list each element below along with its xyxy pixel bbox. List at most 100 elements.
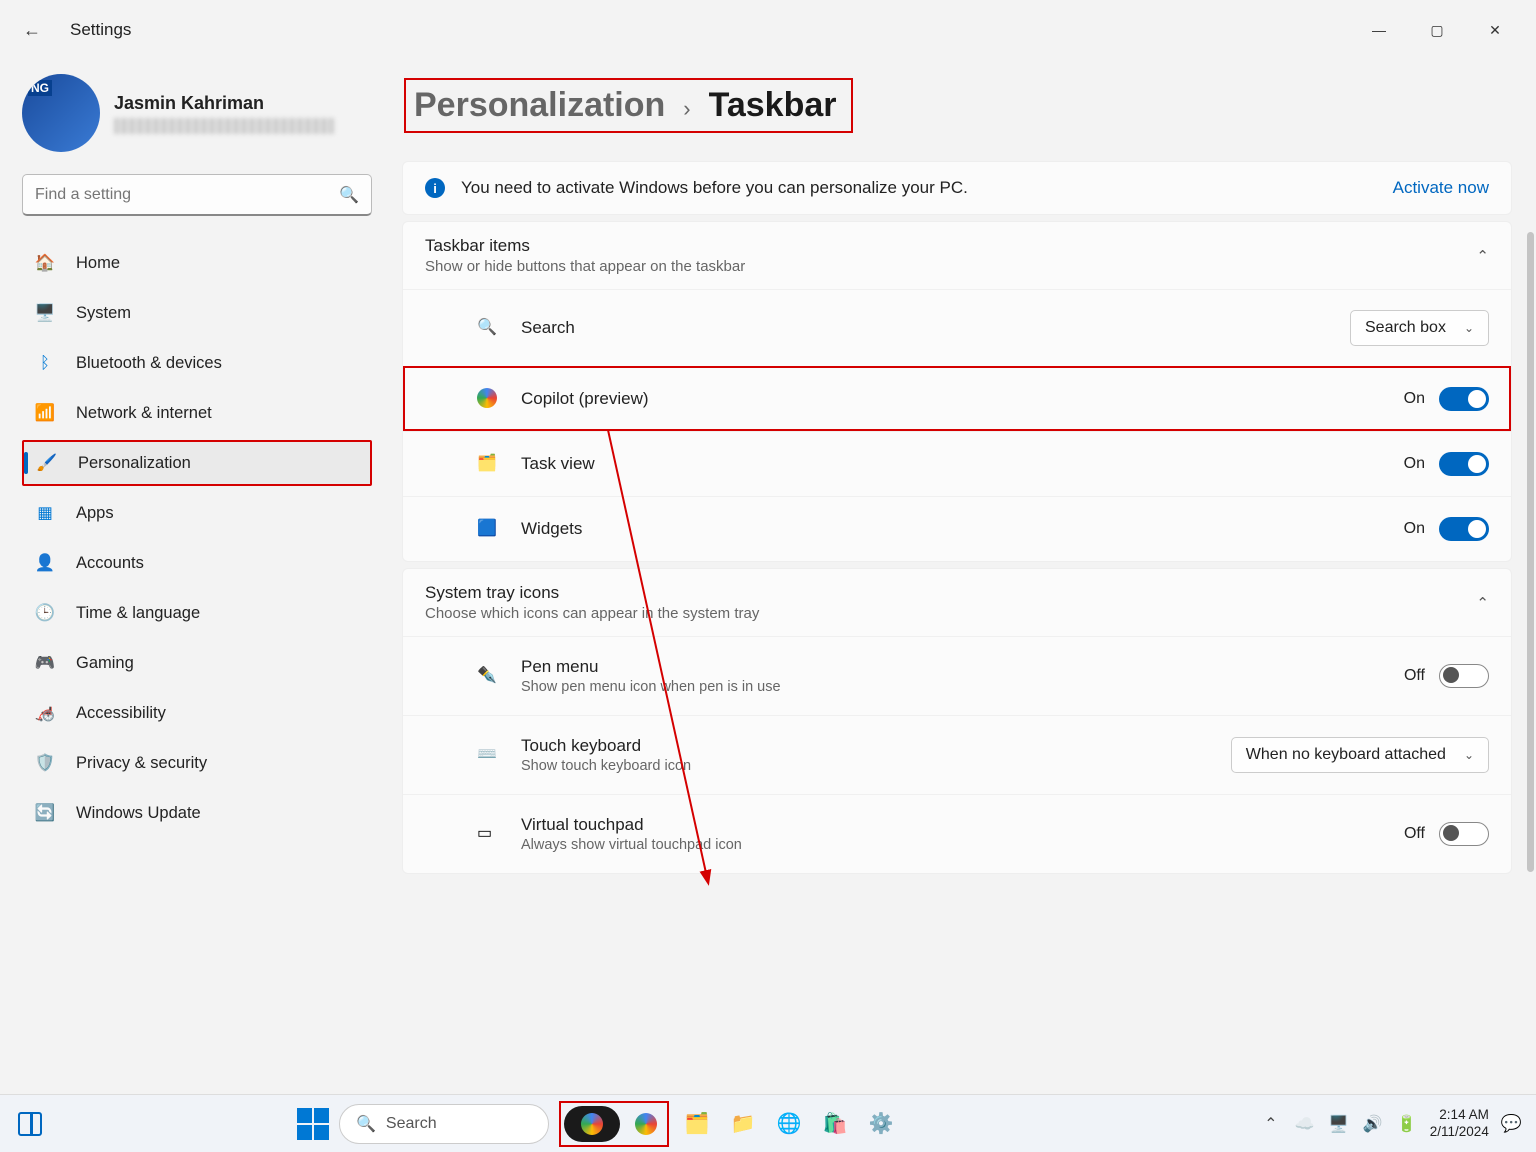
volume-tray-icon[interactable]: 🔊 (1362, 1114, 1384, 1134)
minimize-button[interactable]: — (1350, 10, 1408, 50)
nav-home[interactable]: 🏠Home (22, 240, 372, 286)
row-copilot: Copilot (preview) On (403, 366, 1511, 431)
user-name: Jasmin Kahriman (114, 93, 334, 114)
virtual-touchpad-toggle[interactable] (1439, 822, 1489, 846)
search-mode-dropdown[interactable]: Search box ⌄ (1350, 310, 1489, 346)
update-icon: 🔄 (34, 802, 56, 824)
back-button[interactable]: ← (12, 20, 52, 41)
chevron-up-icon: ⌃ (1476, 247, 1489, 265)
start-button[interactable] (297, 1108, 329, 1140)
content-area: Personalization › Taskbar i You need to … (390, 60, 1536, 1094)
system-icon: 🖥️ (34, 302, 56, 324)
apps-icon: ▦ (34, 502, 56, 524)
wifi-icon: 📶 (34, 402, 56, 424)
copilot-icon (581, 1113, 603, 1135)
touch-keyboard-dropdown[interactable]: When no keyboard attached ⌄ (1231, 737, 1489, 773)
settings-button[interactable]: ⚙️ (863, 1106, 899, 1142)
touchpad-icon: ▭ (477, 823, 499, 845)
nav-privacy[interactable]: 🛡️Privacy & security (22, 740, 372, 786)
onedrive-icon[interactable]: ☁️ (1294, 1114, 1316, 1134)
row-widgets: 🟦 Widgets On (403, 496, 1511, 561)
activate-now-link[interactable]: Activate now (1393, 178, 1489, 198)
accessibility-icon: 🦽 (34, 702, 56, 724)
activation-banner: i You need to activate Windows before yo… (402, 161, 1512, 215)
avatar: NG (22, 74, 100, 152)
taskbar-items-header[interactable]: Taskbar items Show or hide buttons that … (403, 222, 1511, 289)
title-bar: ← Settings — ▢ ✕ (0, 0, 1536, 60)
copilot-taskbar-button[interactable] (564, 1106, 620, 1142)
nav-time-language[interactable]: 🕒Time & language (22, 590, 372, 636)
breadcrumb-parent[interactable]: Personalization (414, 86, 665, 125)
search-icon: 🔍 (477, 317, 499, 339)
taskbar-items-section: Taskbar items Show or hide buttons that … (402, 221, 1512, 562)
row-virtual-touchpad: ▭ Virtual touchpad Always show virtual t… (403, 794, 1511, 873)
network-tray-icon[interactable]: 🖥️ (1328, 1114, 1350, 1134)
scrollbar[interactable] (1527, 232, 1534, 872)
window-title: Settings (70, 20, 131, 40)
settings-search[interactable]: 🔍 (22, 174, 372, 216)
row-touch-keyboard: ⌨️ Touch keyboard Show touch keyboard ic… (403, 715, 1511, 794)
copilot-icon (635, 1113, 657, 1135)
search-icon: 🔍 (356, 1114, 376, 1134)
taskview-taskbar-button[interactable]: 🗂️ (679, 1106, 715, 1142)
close-button[interactable]: ✕ (1466, 10, 1524, 50)
bluetooth-icon: ᛒ (34, 352, 56, 374)
nav-accessibility[interactable]: 🦽Accessibility (22, 690, 372, 736)
activation-message: You need to activate Windows before you … (461, 178, 1377, 198)
sidebar: NG Jasmin Kahriman 🔍 🏠Home 🖥️System ᛒBlu… (0, 60, 390, 1094)
nav-apps[interactable]: ▦Apps (22, 490, 372, 536)
copilot-pre-button[interactable] (628, 1106, 664, 1142)
widgets-taskbar-button[interactable] (18, 1112, 42, 1136)
taskbar-clock[interactable]: 2:14 AM 2/11/2024 (1430, 1107, 1489, 1141)
pen-icon: ✒️ (477, 665, 499, 687)
taskview-icon: 🗂️ (477, 453, 499, 475)
clock-icon: 🕒 (34, 602, 56, 624)
nav-personalization[interactable]: 🖌️Personalization (22, 440, 372, 486)
file-explorer-button[interactable]: 📁 (725, 1106, 761, 1142)
windows-taskbar: 🔍 Search 🗂️ 📁 🌐 🛍️ ⚙️ ⌃ ☁️ 🖥️ 🔊 🔋 2:14 A… (0, 1094, 1536, 1152)
breadcrumb: Personalization › Taskbar (404, 78, 853, 133)
chevron-down-icon: ⌄ (1464, 321, 1474, 335)
maximize-button[interactable]: ▢ (1408, 10, 1466, 50)
row-search: 🔍 Search Search box ⌄ (403, 289, 1511, 366)
tray-chevron-icon[interactable]: ⌃ (1260, 1114, 1282, 1134)
widgets-icon: 🟦 (477, 518, 499, 540)
copilot-icon (477, 388, 499, 410)
home-icon: 🏠 (34, 252, 56, 274)
nav-network[interactable]: 📶Network & internet (22, 390, 372, 436)
accounts-icon: 👤 (34, 552, 56, 574)
info-icon: i (425, 178, 445, 198)
copilot-toggle[interactable] (1439, 387, 1489, 411)
shield-icon: 🛡️ (34, 752, 56, 774)
taskview-toggle[interactable] (1439, 452, 1489, 476)
chevron-down-icon: ⌄ (1464, 748, 1474, 762)
nav-accounts[interactable]: 👤Accounts (22, 540, 372, 586)
pen-menu-toggle[interactable] (1439, 664, 1489, 688)
chevron-right-icon: › (683, 96, 690, 122)
edge-button[interactable]: 🌐 (771, 1106, 807, 1142)
user-profile[interactable]: NG Jasmin Kahriman (22, 74, 372, 152)
chevron-up-icon: ⌃ (1476, 594, 1489, 612)
paint-icon: 🖌️ (36, 452, 58, 474)
breadcrumb-current: Taskbar (709, 86, 837, 125)
annotation-highlight-taskbar (559, 1101, 669, 1147)
battery-tray-icon[interactable]: 🔋 (1396, 1114, 1418, 1134)
nav-list: 🏠Home 🖥️System ᛒBluetooth & devices 📶Net… (22, 240, 372, 836)
nav-gaming[interactable]: 🎮Gaming (22, 640, 372, 686)
gamepad-icon: 🎮 (34, 652, 56, 674)
nav-windows-update[interactable]: 🔄Windows Update (22, 790, 372, 836)
system-tray-section: System tray icons Choose which icons can… (402, 568, 1512, 874)
store-button[interactable]: 🛍️ (817, 1106, 853, 1142)
settings-search-input[interactable] (35, 186, 339, 204)
notifications-icon[interactable]: 💬 (1501, 1114, 1522, 1134)
nav-bluetooth[interactable]: ᛒBluetooth & devices (22, 340, 372, 386)
nav-system[interactable]: 🖥️System (22, 290, 372, 336)
user-email-redacted (114, 118, 334, 134)
keyboard-icon: ⌨️ (477, 744, 499, 766)
search-icon: 🔍 (339, 185, 359, 205)
system-tray-header[interactable]: System tray icons Choose which icons can… (403, 569, 1511, 636)
row-pen-menu: ✒️ Pen menu Show pen menu icon when pen … (403, 636, 1511, 715)
taskbar-search[interactable]: 🔍 Search (339, 1104, 549, 1144)
widgets-toggle[interactable] (1439, 517, 1489, 541)
row-taskview: 🗂️ Task view On (403, 431, 1511, 496)
